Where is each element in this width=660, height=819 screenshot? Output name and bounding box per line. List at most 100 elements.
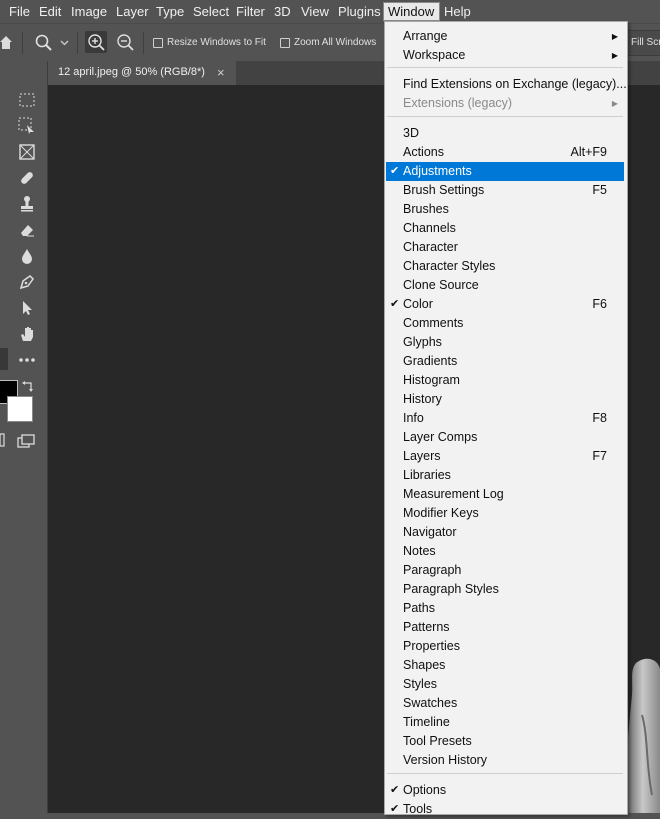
- menu-item-timeline[interactable]: Timeline: [386, 713, 624, 732]
- menu-type[interactable]: Type: [156, 4, 184, 19]
- menu-item-paragraph[interactable]: Paragraph: [386, 561, 624, 580]
- quick-mask-icon[interactable]: [0, 433, 5, 447]
- zoom-in-button[interactable]: [85, 31, 107, 53]
- menu-item-libraries[interactable]: Libraries: [386, 466, 624, 485]
- fill-screen-button[interactable]: Fill Scr: [627, 30, 660, 56]
- menu-item-label: Brush Settings: [403, 183, 485, 197]
- menu-window[interactable]: Window: [383, 2, 441, 21]
- menu-item-swatches[interactable]: Swatches: [386, 694, 624, 713]
- menu-item-label: Arrange: [403, 29, 448, 43]
- resize-windows-checkbox[interactable]: [153, 38, 163, 48]
- menu-file[interactable]: File: [9, 4, 30, 19]
- menu-item-channels[interactable]: Channels: [386, 219, 624, 238]
- menu-item-shapes[interactable]: Shapes: [386, 656, 624, 675]
- menu-item-history[interactable]: History: [386, 390, 624, 409]
- menu-item-layers[interactable]: Layers F7: [386, 447, 624, 466]
- menu-item-tool-presets[interactable]: Tool Presets: [386, 732, 624, 751]
- menu-item-shortcut: F6: [592, 297, 607, 311]
- background-color-swatch[interactable]: [7, 396, 33, 422]
- zoom-in-icon: [88, 34, 105, 51]
- path-selection-tool-icon[interactable]: [16, 297, 38, 319]
- zoom-out-button[interactable]: [114, 31, 136, 53]
- checkmark-icon: ✔: [390, 298, 400, 310]
- menu-item-clone-source[interactable]: Clone Source: [386, 276, 624, 295]
- menu-image[interactable]: Image: [71, 4, 107, 19]
- menu-item-version-history[interactable]: Version History: [386, 751, 624, 770]
- menu-item-label: Glyphs: [403, 335, 442, 349]
- menu-select[interactable]: Select: [193, 4, 229, 19]
- screen-mode-icon[interactable]: [17, 434, 35, 448]
- menu-item-brush-settings[interactable]: Brush Settings F5: [386, 181, 624, 200]
- menu-item-character-styles[interactable]: Character Styles: [386, 257, 624, 276]
- menu-item-notes[interactable]: Notes: [386, 542, 624, 561]
- menu-item-label: Brushes: [403, 202, 449, 216]
- menu-item-extensions-legacy[interactable]: Extensions (legacy) ▶: [386, 94, 624, 113]
- document-tab[interactable]: 12 april.jpeg @ 50% (RGB/8*) ×: [48, 61, 236, 85]
- menu-item-find-extensions-on-exchange-legacy[interactable]: Find Extensions on Exchange (legacy)...: [386, 75, 627, 94]
- menu-item-modifier-keys[interactable]: Modifier Keys: [386, 504, 624, 523]
- menu-item-glyphs[interactable]: Glyphs: [386, 333, 624, 352]
- menu-item-navigator[interactable]: Navigator: [386, 523, 624, 542]
- clone-stamp-tool-icon[interactable]: [16, 193, 38, 215]
- menu-item-adjustments[interactable]: ✔ Adjustments: [386, 162, 624, 181]
- menu-item-histogram[interactable]: Histogram: [386, 371, 624, 390]
- submenu-arrow-icon: ▶: [611, 32, 618, 41]
- healing-brush-tool-icon[interactable]: [16, 167, 38, 189]
- menu-item-shortcut: F7: [592, 449, 607, 463]
- menu-item-shortcut: F5: [592, 183, 607, 197]
- menu-item-layer-comps[interactable]: Layer Comps: [386, 428, 624, 447]
- menu-item-label: Actions: [403, 145, 444, 159]
- menu-item-patterns[interactable]: Patterns: [386, 618, 624, 637]
- menu-view[interactable]: View: [301, 4, 329, 19]
- crop-frame-tool-icon[interactable]: [16, 141, 38, 163]
- menu-item-properties[interactable]: Properties: [386, 637, 624, 656]
- tools-panel: [0, 61, 48, 813]
- menu-item-options[interactable]: ✔ Options: [386, 781, 624, 800]
- menu-item-gradients[interactable]: Gradients: [386, 352, 624, 371]
- marquee-tool-icon[interactable]: [16, 89, 38, 111]
- menu-item-label: Styles: [403, 677, 438, 691]
- menu-item-measurement-log[interactable]: Measurement Log: [386, 485, 624, 504]
- menu-item-label: Navigator: [403, 525, 457, 539]
- close-icon[interactable]: ×: [217, 65, 225, 80]
- menu-item-actions[interactable]: Actions Alt+F9: [386, 143, 624, 162]
- zoom-all-windows-checkbox[interactable]: [280, 38, 290, 48]
- menu-item-paths[interactable]: Paths: [386, 599, 624, 618]
- menu-item-label: Timeline: [403, 715, 450, 729]
- hand-tool-icon[interactable]: [16, 323, 38, 345]
- menu-item-label: Paths: [403, 601, 435, 615]
- swap-colors-icon[interactable]: [22, 380, 34, 392]
- zoom-tool-icon[interactable]: [35, 34, 53, 52]
- menu-item-arrange[interactable]: Arrange ▶: [386, 27, 624, 46]
- menu-edit[interactable]: Edit: [39, 4, 61, 19]
- menu-plugins[interactable]: Plugins: [338, 4, 381, 19]
- menu-item-tools[interactable]: ✔ Tools: [386, 800, 624, 819]
- menu-item-workspace[interactable]: Workspace ▶: [386, 46, 624, 65]
- eraser-tool-icon[interactable]: [16, 219, 38, 241]
- checkmark-icon: ✔: [390, 165, 400, 177]
- more-tools-icon[interactable]: [16, 349, 38, 371]
- menu-item-label: Paragraph Styles: [403, 582, 499, 596]
- menu-filter[interactable]: Filter: [236, 4, 265, 19]
- menu-3d[interactable]: 3D: [274, 4, 291, 19]
- pen-tool-icon[interactable]: [16, 271, 38, 293]
- menu-item-styles[interactable]: Styles: [386, 675, 624, 694]
- menu-item-shortcut: F8: [592, 411, 607, 425]
- home-icon[interactable]: [0, 34, 12, 50]
- menu-item-paragraph-styles[interactable]: Paragraph Styles: [386, 580, 624, 599]
- menu-item-shortcut: Alt+F9: [570, 145, 607, 159]
- menu-item-color[interactable]: ✔ Color F6: [386, 295, 624, 314]
- menu-layer[interactable]: Layer: [116, 4, 149, 19]
- menu-item-brushes[interactable]: Brushes: [386, 200, 624, 219]
- chevron-down-icon[interactable]: [60, 40, 69, 46]
- object-selection-tool-icon[interactable]: [16, 115, 38, 137]
- blur-tool-icon[interactable]: [16, 245, 38, 267]
- menu-item-comments[interactable]: Comments: [386, 314, 624, 333]
- menu-item-character[interactable]: Character: [386, 238, 624, 257]
- menu-help[interactable]: Help: [444, 4, 471, 19]
- menu-item-label: Color: [403, 297, 433, 311]
- zoom-all-windows-label: Zoom All Windows: [294, 37, 377, 48]
- menu-item-label: Info: [403, 411, 424, 425]
- menu-item-3d[interactable]: 3D: [386, 124, 624, 143]
- menu-item-info[interactable]: Info F8: [386, 409, 624, 428]
